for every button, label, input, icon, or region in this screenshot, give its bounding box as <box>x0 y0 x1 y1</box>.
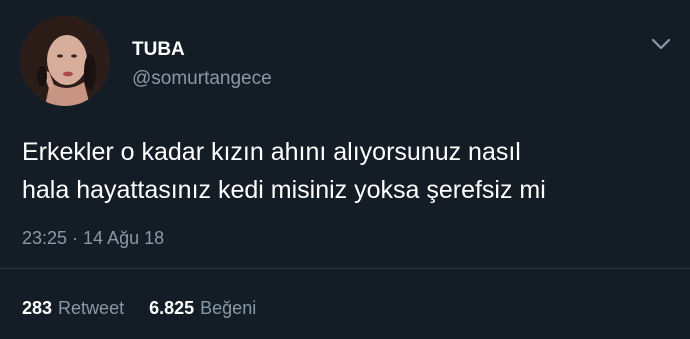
like-count: 6.825 <box>149 298 195 318</box>
retweet-count: 283 <box>22 298 53 318</box>
engagement-stats: 283 Retweet 6.825 Beğeni <box>22 297 256 319</box>
timestamp[interactable]: 23:25 · 14 Ağu 18 <box>22 227 164 249</box>
tweet-text-line: hala hayattasınız kedi misiniz yoksa şer… <box>22 176 546 204</box>
like-stat[interactable]: 6.825 Beğeni <box>149 297 256 319</box>
avatar[interactable] <box>20 16 110 106</box>
divider <box>0 268 690 269</box>
display-name[interactable]: TUBA <box>132 39 185 61</box>
like-label: Beğeni <box>200 298 257 318</box>
username-handle[interactable]: @somurtangece <box>132 68 272 90</box>
tweet-card: TUBA @somurtangece Erkekler o kadar kızı… <box>0 0 690 339</box>
tweet-text-line: Erkekler o kadar kızın ahını alıyorsunuz… <box>22 138 521 166</box>
chevron-down-icon[interactable] <box>650 36 672 52</box>
tweet-text: Erkekler o kadar kızın ahını alıyorsunuz… <box>22 133 682 209</box>
avatar-photo <box>20 16 110 106</box>
retweet-stat[interactable]: 283 Retweet <box>22 297 124 319</box>
retweet-label: Retweet <box>58 298 125 318</box>
